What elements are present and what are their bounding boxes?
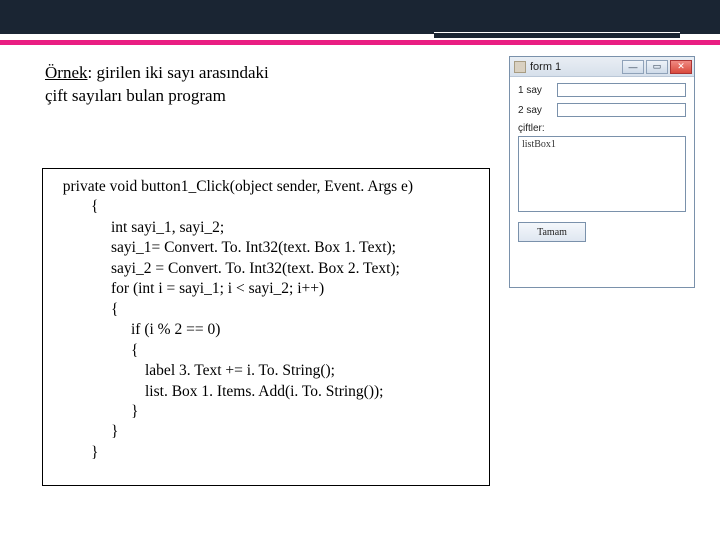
minimize-icon: —: [629, 62, 638, 72]
code-line: private void button1_Click(object sender…: [45, 177, 487, 197]
code-line: sayi_1= Convert. To. Int32(text. Box 1. …: [45, 238, 487, 258]
heading-underlined: Örnek: [45, 63, 87, 82]
maximize-button[interactable]: ▭: [646, 60, 668, 74]
textbox-sayi1[interactable]: [557, 83, 686, 97]
label-sayi2: 2 say: [518, 105, 551, 116]
code-line: if (i % 2 == 0): [45, 320, 487, 340]
slide-accent-bar: [0, 40, 720, 45]
form-window: form 1 — ▭ ✕ 1 say 2 say çiftler: listBo…: [509, 56, 695, 288]
code-line: for (int i = sayi_1; i < sayi_2; i++): [45, 279, 487, 299]
slide-top-divider: [434, 32, 680, 38]
code-line: {: [45, 300, 487, 320]
form-icon: [514, 61, 526, 73]
code-line: }: [45, 402, 487, 422]
maximize-icon: ▭: [653, 61, 662, 72]
close-button[interactable]: ✕: [670, 60, 692, 74]
tamam-button[interactable]: Tamam: [518, 222, 586, 242]
label-sayi1: 1 say: [518, 85, 551, 96]
code-line: {: [45, 341, 487, 361]
heading-line-2: çift sayıları bulan program: [45, 86, 226, 105]
minimize-button[interactable]: —: [622, 60, 644, 74]
code-line: }: [45, 422, 487, 442]
slide-top-bar: [0, 0, 720, 34]
code-line: sayi_2 = Convert. To. Int32(text. Box 2.…: [45, 259, 487, 279]
code-box: private void button1_Click(object sender…: [42, 168, 490, 486]
code-line: {: [45, 197, 487, 217]
form-body: 1 say 2 say çiftler: listBox1 Tamam: [510, 77, 694, 287]
tamam-button-label: Tamam: [537, 227, 567, 238]
code-line: int sayi_1, sayi_2;: [45, 218, 487, 238]
code-line: label 3. Text += i. To. String();: [45, 361, 487, 381]
listbox-ciftler[interactable]: listBox1: [518, 136, 686, 212]
close-icon: ✕: [677, 61, 685, 72]
code-line: }: [45, 443, 487, 463]
textbox-sayi2[interactable]: [557, 103, 686, 117]
window-title: form 1: [530, 61, 561, 73]
listbox-placeholder: listBox1: [522, 139, 556, 150]
label-ciftler: çiftler:: [518, 123, 686, 134]
example-heading: Örnek: girilen iki sayı arasındaki çift …: [45, 62, 355, 108]
code-line: list. Box 1. Items. Add(i. To. String())…: [45, 382, 487, 402]
heading-rest-1: : girilen iki sayı arasındaki: [87, 63, 268, 82]
titlebar: form 1 — ▭ ✕: [510, 57, 694, 77]
